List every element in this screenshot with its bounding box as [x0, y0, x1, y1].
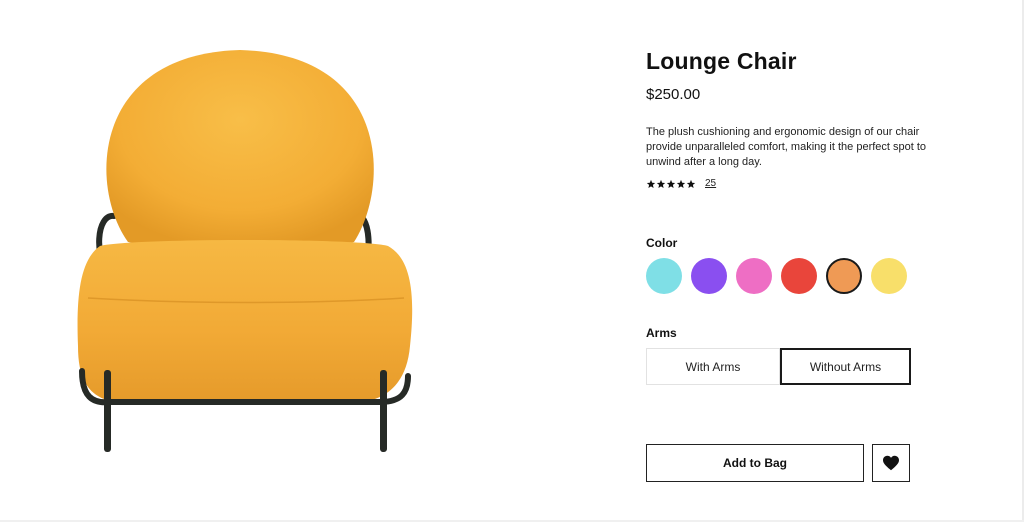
add-to-bag-button[interactable]: Add to Bag	[646, 444, 864, 482]
wishlist-button[interactable]	[872, 444, 910, 482]
rating-stars	[646, 179, 696, 189]
product-image	[77, 50, 413, 452]
color-swatch-purple[interactable]	[691, 258, 727, 294]
product-title: Lounge Chair	[646, 48, 797, 74]
color-swatch-pink[interactable]	[736, 258, 772, 294]
star-icon	[646, 179, 656, 188]
review-count-link[interactable]: 25	[705, 178, 716, 189]
without-arms-option[interactable]: Without Arms	[780, 348, 911, 385]
with-arms-option[interactable]: With Arms	[646, 348, 780, 385]
star-icon	[666, 179, 676, 188]
color-swatches	[646, 258, 907, 294]
color-swatch-cyan[interactable]	[646, 258, 682, 294]
product-price: $250.00	[646, 86, 701, 103]
arms-label: Arms	[646, 326, 677, 340]
star-icon	[676, 179, 686, 188]
color-swatch-orange[interactable]	[826, 258, 862, 294]
product-description: The plush cushioning and ergonomic desig…	[646, 126, 927, 168]
color-swatch-red[interactable]	[781, 258, 817, 294]
heart-icon	[883, 455, 899, 471]
star-icon	[656, 179, 666, 188]
product-rating: 25	[646, 178, 716, 189]
arms-options: With Arms Without Arms	[646, 348, 911, 385]
color-label: Color	[646, 236, 678, 250]
star-icon	[686, 179, 696, 188]
color-swatch-yellow[interactable]	[871, 258, 907, 294]
